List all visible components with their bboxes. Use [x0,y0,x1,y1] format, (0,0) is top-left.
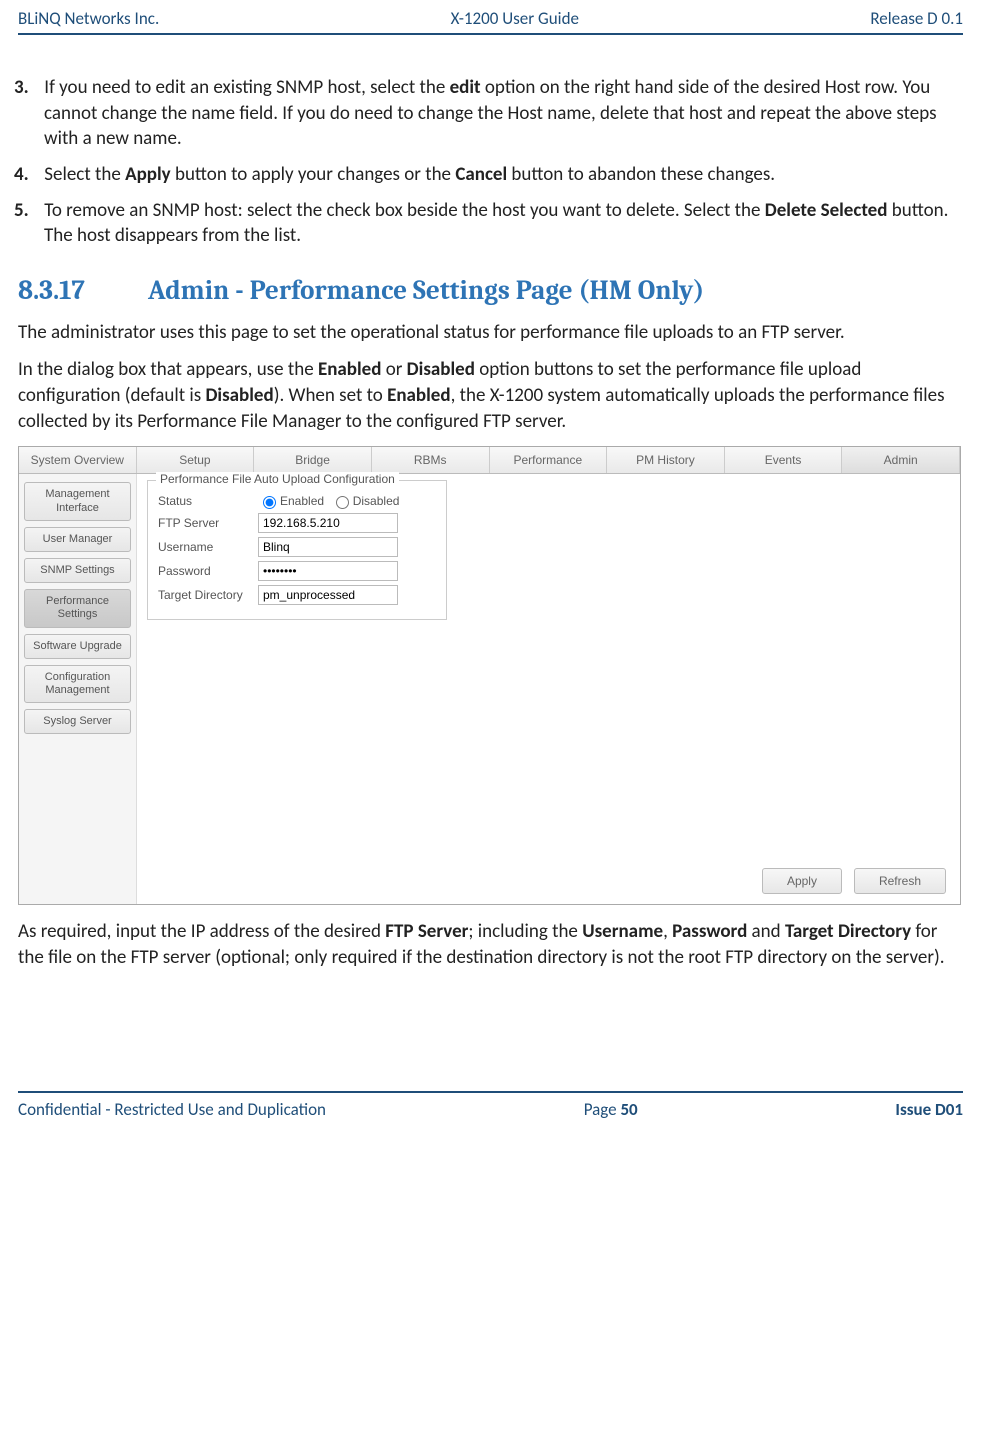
sidebar-item-user-manager[interactable]: User Manager [24,527,131,552]
paragraph: The administrator uses this page to set … [18,320,963,346]
tab-pm-history[interactable]: PM History [607,447,725,473]
upload-config-fieldset: Performance File Auto Upload Configurati… [147,480,447,620]
tab-bridge[interactable]: Bridge [254,447,372,473]
header-right: Release D 0.1 [870,8,963,29]
tab-events[interactable]: Events [725,447,843,473]
step-5: 5. To remove an SNMP host: select the ch… [44,198,963,249]
disabled-label: Disabled [353,494,400,508]
page-footer: Confidential - Restricted Use and Duplic… [18,1091,963,1120]
password-label: Password [158,564,258,578]
paragraph: As required, input the IP address of the… [18,919,963,970]
step-number: 5. [14,198,40,224]
section-heading: 8.3.17Admin - Performance Settings Page … [18,275,963,306]
step-number: 4. [14,162,40,188]
footer-page: Page 50 [584,1099,638,1120]
header-center: X-1200 User Guide [451,8,579,29]
step-4: 4. Select the Apply button to apply your… [44,162,963,188]
enabled-label: Enabled [280,494,324,508]
sidebar-item-snmp-settings[interactable]: SNMP Settings [24,558,131,583]
sidebar-item-performance-settings[interactable]: Performance Settings [24,589,131,627]
numbered-steps: 3. If you need to edit an existing SNMP … [18,75,963,249]
tab-setup[interactable]: Setup [137,447,255,473]
paragraph: In the dialog box that appears, use the … [18,357,963,434]
password-input[interactable] [258,561,398,581]
top-nav: System Overview Setup Bridge RBMs Perfor… [19,447,960,474]
footer-issue: Issue D01 [895,1099,963,1120]
tab-admin[interactable]: Admin [842,447,960,473]
status-enabled-radio[interactable] [263,496,276,509]
status-disabled-radio[interactable] [336,496,349,509]
sidebar-item-software-upgrade[interactable]: Software Upgrade [24,634,131,659]
main-panel: Performance File Auto Upload Configurati… [137,474,960,904]
status-label: Status [158,494,258,508]
target-directory-input[interactable] [258,585,398,605]
sidebar: Management Interface User Manager SNMP S… [19,474,137,904]
tab-performance[interactable]: Performance [490,447,608,473]
ftp-server-input[interactable] [258,513,398,533]
sidebar-item-configuration-management[interactable]: Configuration Management [24,665,131,703]
app-screenshot: System Overview Setup Bridge RBMs Perfor… [18,446,961,905]
step-3: 3. If you need to edit an existing SNMP … [44,75,963,152]
section-number: 8.3.17 [18,275,148,306]
username-label: Username [158,540,258,554]
tab-system-overview[interactable]: System Overview [19,447,137,473]
fieldset-legend: Performance File Auto Upload Configurati… [156,472,399,486]
section-title: Admin - Performance Settings Page (HM On… [148,275,704,306]
tab-rbms[interactable]: RBMs [372,447,490,473]
step-number: 3. [14,75,40,101]
footer-left: Confidential - Restricted Use and Duplic… [18,1099,326,1120]
target-directory-label: Target Directory [158,588,258,602]
header-left: BLiNQ Networks Inc. [18,8,159,29]
username-input[interactable] [258,537,398,557]
apply-button[interactable]: Apply [762,868,842,894]
sidebar-item-management-interface[interactable]: Management Interface [24,482,131,520]
refresh-button[interactable]: Refresh [854,868,946,894]
ftp-server-label: FTP Server [158,516,258,530]
sidebar-item-syslog-server[interactable]: Syslog Server [24,709,131,734]
page-header: BLiNQ Networks Inc. X-1200 User Guide Re… [18,0,963,35]
